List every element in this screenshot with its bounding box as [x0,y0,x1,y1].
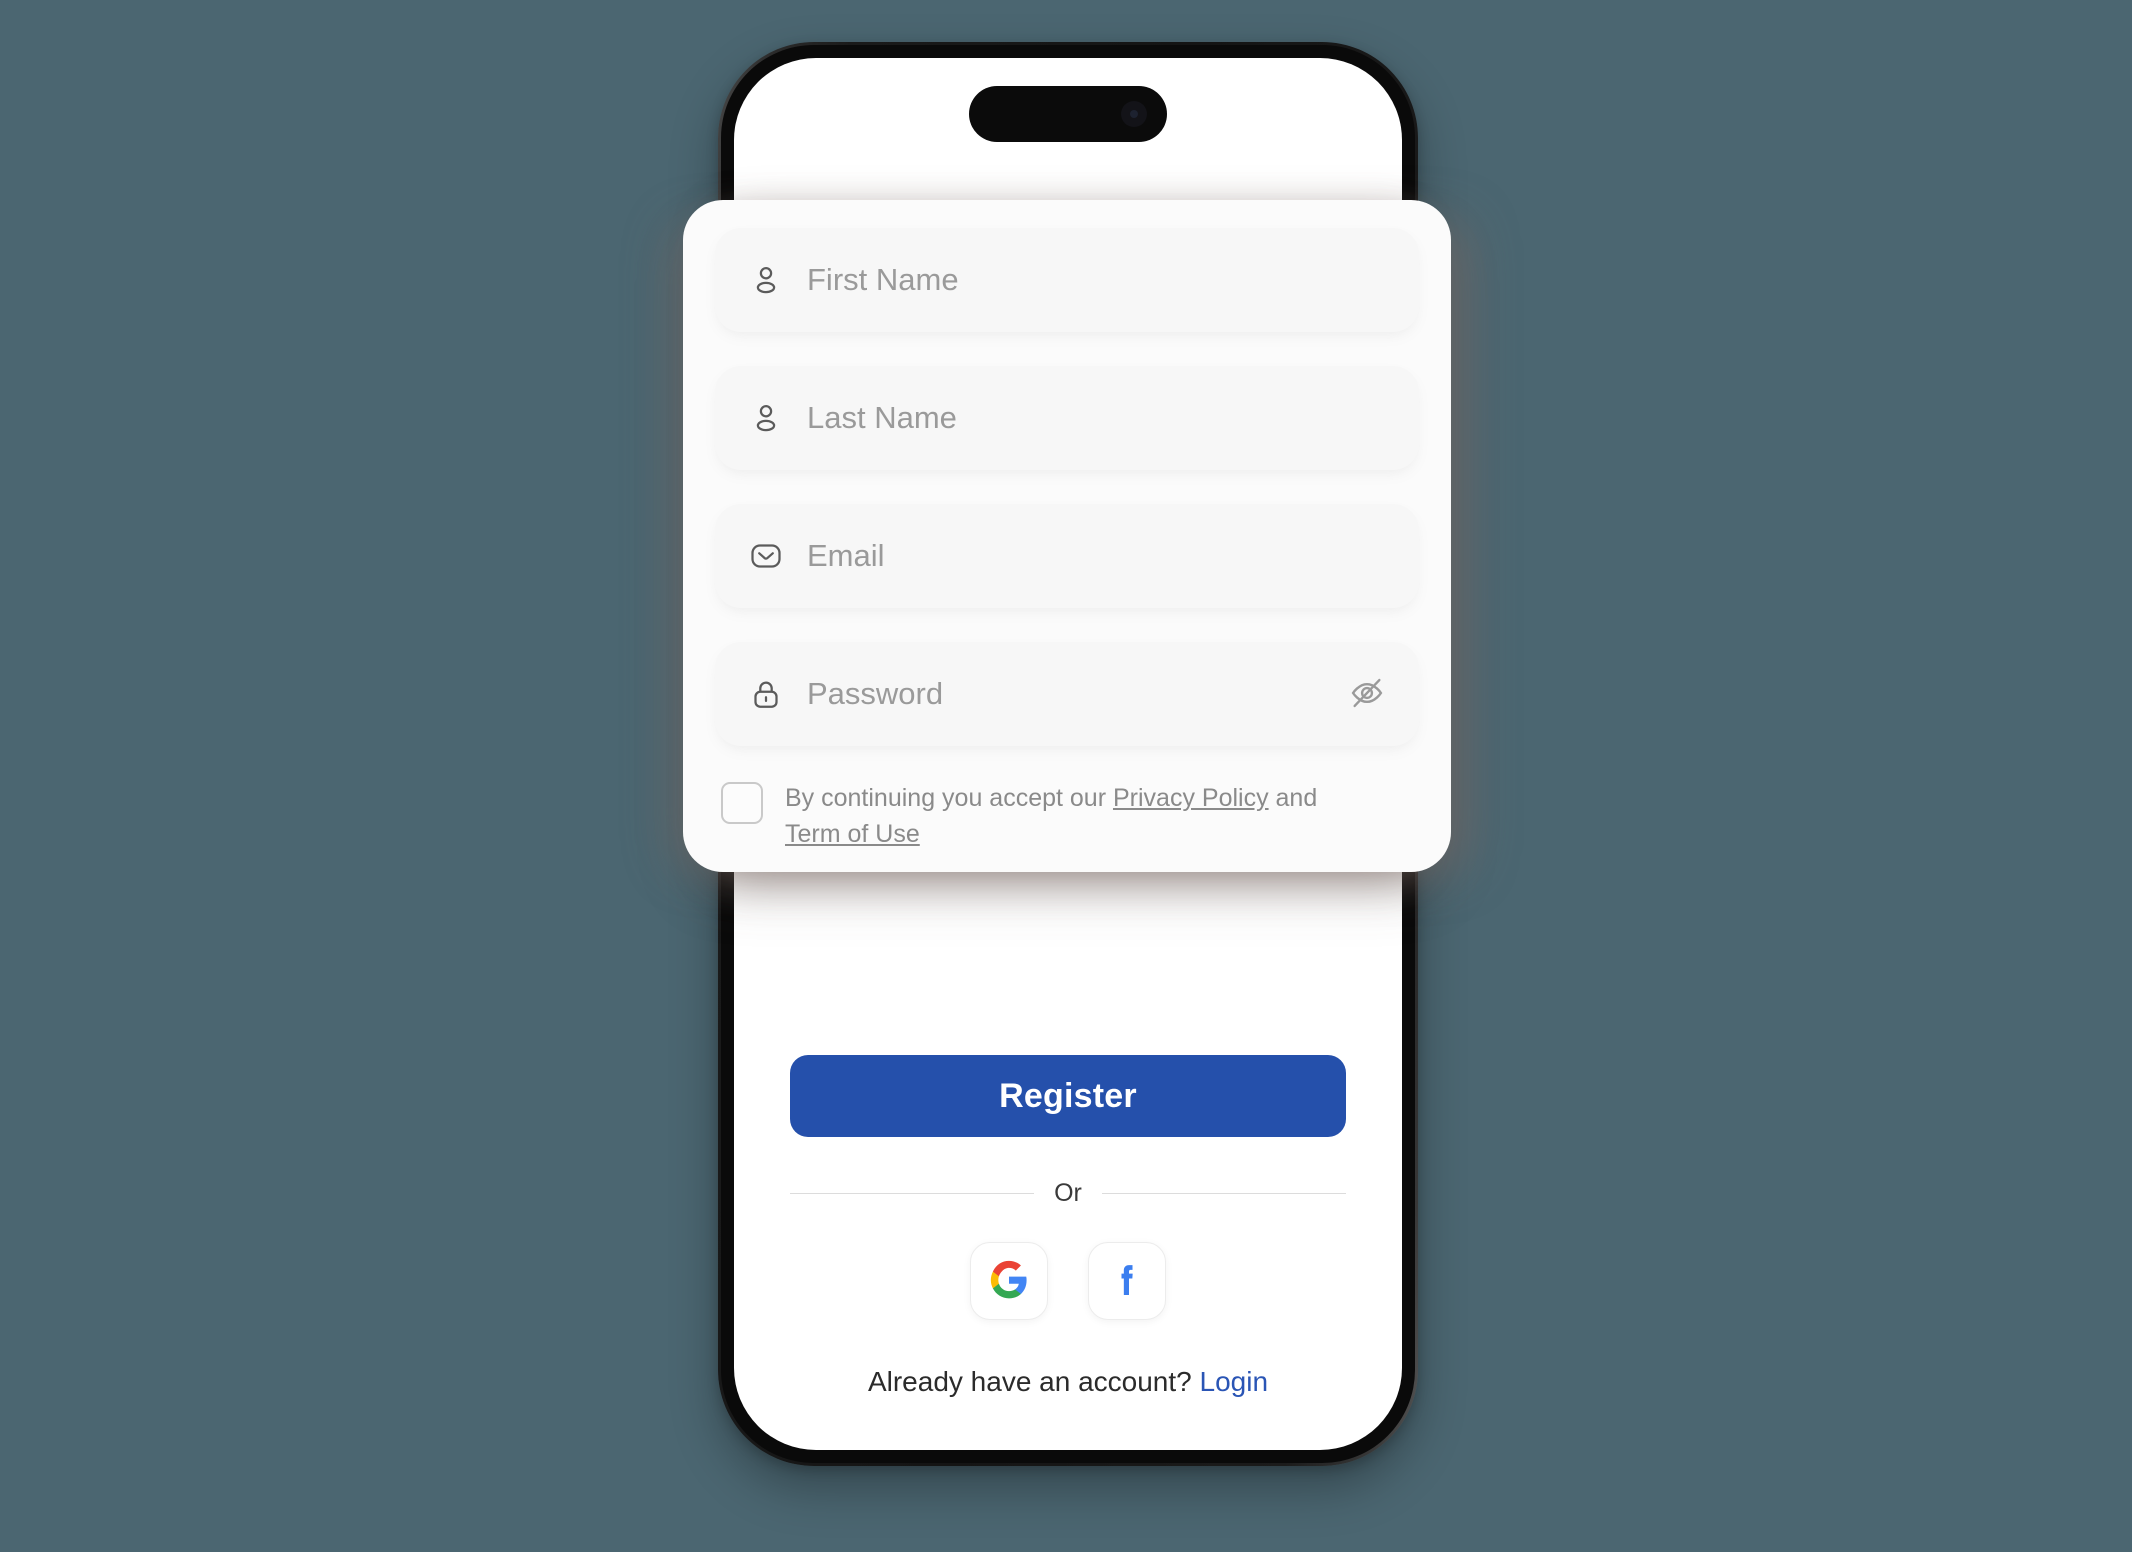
front-camera-icon [1121,101,1147,127]
facebook-f-icon [1107,1260,1147,1303]
envelope-icon [745,535,787,577]
term-of-use-link[interactable]: Term of Use [785,820,920,848]
facebook-login-button[interactable] [1088,1242,1166,1320]
login-prompt: Already have an account? Login [790,1366,1346,1398]
terms-text: By continuing you accept our Privacy Pol… [785,780,1365,853]
register-button[interactable]: Register [790,1055,1346,1137]
last-name-input[interactable] [807,400,1389,436]
terms-prefix: By continuing you accept our [785,784,1113,812]
google-g-icon [989,1260,1029,1303]
terms-checkbox[interactable] [721,782,763,824]
terms-acceptance-row: By continuing you accept our Privacy Pol… [715,780,1419,853]
first-name-field[interactable] [715,228,1419,332]
password-field[interactable] [715,642,1419,746]
terms-conjunction: and [1268,784,1318,812]
user-icon [745,259,787,301]
user-icon [745,397,787,439]
google-login-button[interactable] [970,1242,1048,1320]
last-name-field[interactable] [715,366,1419,470]
lock-icon [745,673,787,715]
eye-off-icon [1348,674,1386,715]
dynamic-island [969,86,1167,142]
divider-label: Or [1054,1179,1082,1207]
registration-form-card: By continuing you accept our Privacy Pol… [683,200,1451,872]
login-link[interactable]: Login [1200,1366,1269,1397]
first-name-input[interactable] [807,262,1389,298]
divider-line-left [790,1193,1035,1194]
divider-line-right [1101,1193,1346,1194]
toggle-password-visibility-button[interactable] [1345,672,1389,716]
or-divider: Or [790,1179,1346,1208]
social-login-row [790,1242,1346,1320]
password-input[interactable] [807,676,1345,712]
email-input[interactable] [807,538,1389,574]
email-field[interactable] [715,504,1419,608]
login-prompt-text: Already have an account? [867,1366,1200,1397]
privacy-policy-link[interactable]: Privacy Policy [1113,784,1269,812]
